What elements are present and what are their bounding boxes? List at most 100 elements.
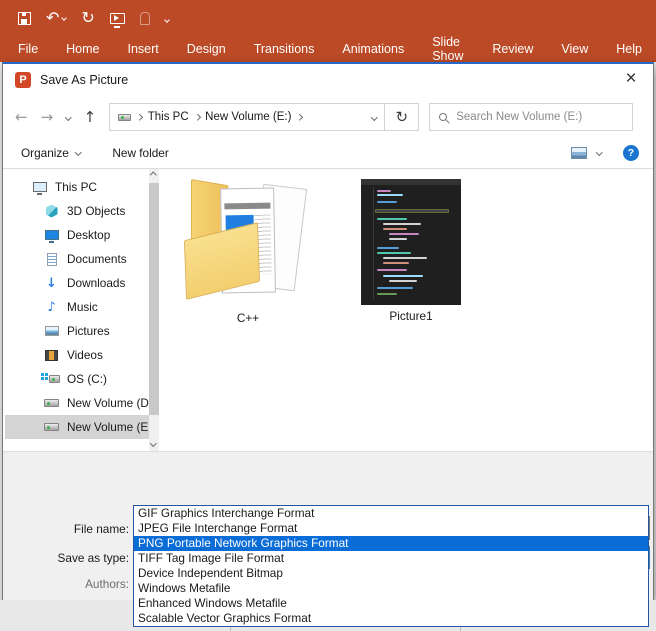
powerpoint-icon: P [15,72,31,88]
desktop-icon [43,227,60,243]
documents-icon [43,251,60,267]
slideshow-icon [109,12,125,28]
downloads-icon: ↓ [46,275,57,291]
navigation-bar: ← → ↑ This PC New Volume (E:) ↻ Search N… [3,97,653,137]
close-button[interactable]: × [609,64,653,94]
sidebar-item-os-c[interactable]: OS (C:) [5,367,149,391]
chevron-right-icon [193,113,201,121]
refresh-button[interactable]: ↻ [385,103,420,131]
breadcrumb-this-pc[interactable]: This PC [148,111,189,123]
save-button[interactable] [18,7,31,29]
dropdown-item-gif[interactable]: GIF Graphics Interchange Format [134,506,648,521]
ribbon-tab-insert[interactable]: Insert [114,36,173,62]
chevron-right-icon [136,113,143,121]
recent-locations-icon[interactable] [65,113,72,121]
sidebar-item-videos[interactable]: Videos [5,343,149,367]
change-view-icon[interactable] [570,146,587,159]
sidebar-item-new-volume-e[interactable]: New Volume (E:) [5,415,149,439]
up-button[interactable]: ↑ [84,109,97,125]
customize-qat-icon [163,11,170,25]
navigation-pane: This PC 3D Objects Desktop Documents ↓ Do… [5,175,149,439]
breadcrumb-new-volume-e[interactable]: New Volume (E:) [205,111,291,123]
search-placeholder: Search New Volume (E:) [456,111,583,123]
quick-access-toolbar: ↶ ↻ [18,6,170,30]
refresh-icon: ↻ [395,107,409,126]
organize-button[interactable]: Organize [21,146,82,160]
ribbon-tab-home[interactable]: Home [52,36,113,62]
file-label: Picture1 [389,309,433,323]
help-icon[interactable]: ? [623,144,639,161]
folder-icon [169,177,324,307]
drive-icon [43,419,60,435]
sidebar-item-pictures[interactable]: Pictures [5,319,149,343]
undo-dropdown-icon [61,15,68,21]
ribbon-tab-animations[interactable]: Animations [328,36,418,62]
videos-icon [43,347,60,363]
scrollbar-thumb[interactable] [149,183,159,415]
breadcrumb[interactable]: This PC New Volume (E:) [109,103,386,131]
file-name-label: File name: [73,522,129,536]
sidebar-item-new-volume-d[interactable]: New Volume (D:) [5,391,149,415]
search-icon [439,113,448,121]
annotate-icon [139,11,150,25]
3d-objects-icon [43,203,60,219]
annotate-button-disabled [139,7,150,29]
os-drive-icon [41,371,60,387]
sidebar-item-downloads[interactable]: ↓ Downloads [5,271,149,295]
dropdown-item-emf[interactable]: Enhanced Windows Metafile [134,596,648,611]
ribbon-tab-transitions[interactable]: Transitions [240,36,329,62]
dropdown-item-wmf[interactable]: Windows Metafile [134,581,648,596]
chevron-down-icon [74,149,82,156]
dropdown-item-jpeg[interactable]: JPEG File Interchange Format [134,521,648,536]
ribbon-tab-view[interactable]: View [547,36,602,62]
address-dropdown-icon[interactable] [370,113,378,121]
powerpoint-titlebar: ↶ ↻ File Home Insert Design Transitions … [0,0,656,63]
this-pc-icon [31,179,48,195]
new-folder-button[interactable]: New folder [112,146,168,160]
drive-icon [118,113,132,121]
pictures-icon [43,323,60,339]
sidebar-item-3d-objects[interactable]: 3D Objects [5,199,149,223]
sidebar-item-desktop[interactable]: Desktop [5,223,149,247]
dialog-title: Save As Picture [40,73,129,87]
image-thumbnail [361,179,461,305]
ribbon-tab-design[interactable]: Design [173,36,240,62]
forward-button[interactable]: → [41,109,54,125]
command-toolbar: Organize New folder ? [3,137,653,169]
file-item-folder[interactable]: C++ [169,177,327,325]
dropdown-item-png[interactable]: PNG Portable Network Graphics Format [134,536,648,551]
dropdown-item-svg[interactable]: Scalable Vector Graphics Format [134,611,648,626]
ribbon-tab-slideshow[interactable]: Slide Show [418,35,478,63]
ribbon-tab-file[interactable]: File [4,36,52,62]
repeat-icon: ↻ [81,8,95,27]
save-icon [18,11,31,25]
repeat-button[interactable]: ↻ [81,7,94,29]
ribbon-tab-review[interactable]: Review [478,36,547,62]
dialog-titlebar: P Save As Picture × [3,64,653,96]
music-icon: ♪ [47,299,56,315]
scroll-down-icon[interactable] [150,439,157,446]
search-input[interactable]: Search New Volume (E:) [429,103,634,131]
undo-icon: ↶ [46,8,60,27]
dropdown-item-dib[interactable]: Device Independent Bitmap [134,566,648,581]
ribbon-tab-help[interactable]: Help [602,36,656,62]
dropdown-item-tiff[interactable]: TIFF Tag Image File Format [134,551,648,566]
authors-label: Authors: [85,577,129,591]
save-as-type-label: Save as type: [57,551,129,565]
back-button[interactable]: ← [15,109,28,125]
undo-button[interactable]: ↶ [46,7,68,29]
view-dropdown-icon[interactable] [595,149,602,156]
start-slideshow-button[interactable] [109,7,125,29]
sidebar-item-documents[interactable]: Documents [5,247,149,271]
scroll-up-icon[interactable] [150,172,157,179]
sidebar-item-music[interactable]: ♪ Music [5,295,149,319]
customize-qat-button[interactable] [163,7,170,29]
ribbon-tabs: File Home Insert Design Transitions Anim… [4,35,656,63]
file-item-image[interactable]: Picture1 [359,179,463,323]
drive-icon [43,395,60,411]
file-browser-area: This PC 3D Objects Desktop Documents ↓ Do… [3,169,653,451]
save-as-type-dropdown: GIF Graphics Interchange Format JPEG Fil… [133,505,649,627]
sidebar-item-this-pc[interactable]: This PC [5,175,149,199]
file-label: C++ [236,311,260,325]
sidebar-scrollbar[interactable] [149,169,159,451]
